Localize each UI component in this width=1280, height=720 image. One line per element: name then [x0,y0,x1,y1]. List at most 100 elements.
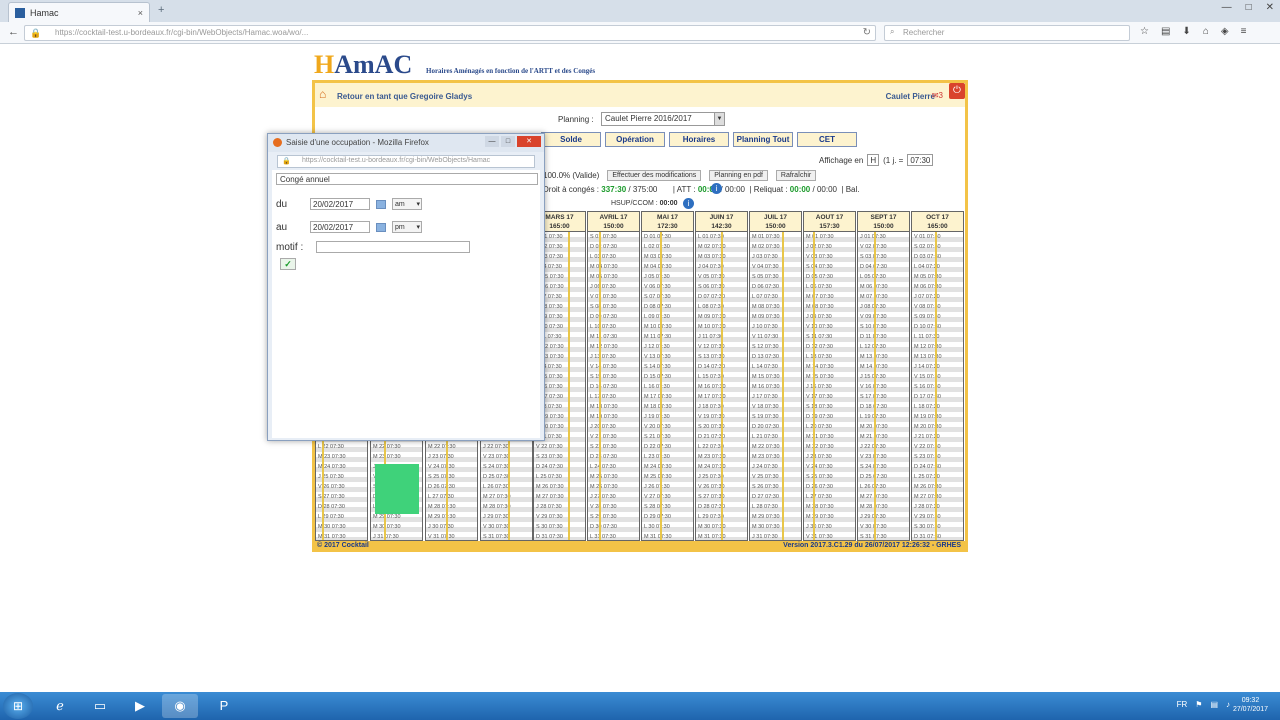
day-row[interactable]: M 06 07:30 [858,282,909,292]
info-icon[interactable]: i [683,198,694,209]
day-row[interactable]: S 11 07:30 [804,332,855,342]
calendar-icon[interactable] [376,199,386,209]
day-row[interactable]: M 22 07:30 [804,442,855,452]
day-row[interactable]: M 26 07:30 [588,482,639,492]
au-ampm-select[interactable]: pm [392,221,422,233]
day-row[interactable]: V 14 07:30 [588,362,639,372]
volume-icon[interactable]: ♪ [1226,700,1230,709]
day-row[interactable]: J 30 07:30 [426,522,477,532]
day-row[interactable]: V 17 07:30 [804,392,855,402]
day-row[interactable]: V 16 07:30 [858,382,909,392]
day-row[interactable]: J 08 07:30 [858,302,909,312]
day-row[interactable]: D 31 07:30 [912,532,963,540]
browser-tab[interactable]: Hamac × [8,2,150,22]
day-row[interactable]: S 14 07:30 [642,362,693,372]
firefox-taskbar-icon[interactable]: ◉ [162,694,198,718]
day-row[interactable]: M 27 07:30 [534,492,585,502]
tab-cet[interactable]: CET [797,132,857,147]
day-row[interactable]: S 03 07:30 [858,252,909,262]
day-row[interactable]: M 09 07:30 [750,312,801,322]
day-row[interactable]: J 07 07:30 [912,292,963,302]
day-row[interactable]: M 04 07:30 [588,262,639,272]
day-row[interactable]: V 03 07:30 [804,252,855,262]
day-row[interactable]: D 26 07:30 [426,482,477,492]
day-row[interactable]: J 22 07:30 [858,442,909,452]
day-row[interactable]: V 09 07:30 [858,312,909,322]
planning-select[interactable]: Caulet Pierre 2016/2017 ▼ [601,112,725,126]
day-row[interactable]: L 17 07:30 [588,392,639,402]
tab-close-icon[interactable]: × [138,8,143,18]
day-row[interactable]: D 06 07:30 [750,282,801,292]
day-row[interactable]: V 31 07:30 [426,532,477,540]
day-row[interactable]: D 12 07:30 [804,342,855,352]
day-row[interactable]: M 21 07:30 [804,432,855,442]
search-box[interactable]: ⌕ Rechercher [884,25,1130,41]
day-row[interactable]: L 09 07:30 [642,312,693,322]
day-row[interactable]: M 28 07:30 [481,502,532,512]
day-row[interactable]: D 31 07:30 [534,532,585,540]
day-row[interactable]: J 20 07:30 [588,422,639,432]
day-row[interactable]: V 06 07:30 [642,282,693,292]
pocket-icon[interactable]: ◈ [1221,26,1229,37]
day-row[interactable]: S 17 07:30 [858,392,909,402]
day-row[interactable]: M 08 07:30 [804,302,855,312]
day-row[interactable]: M 31 07:30 [642,532,693,540]
day-row[interactable]: M 30 07:30 [750,522,801,532]
day-row[interactable]: D 25 07:30 [858,472,909,482]
day-row[interactable]: S 16 07:30 [912,382,963,392]
day-row[interactable]: V 27 07:30 [642,492,693,502]
day-row[interactable]: S 08 07:30 [588,302,639,312]
day-row[interactable]: M 23 07:30 [750,452,801,462]
day-row[interactable]: V 10 07:30 [804,322,855,332]
day-row[interactable]: M 03 07:30 [642,252,693,262]
day-row[interactable]: L 26 07:30 [481,482,532,492]
day-row[interactable]: V 13 07:30 [642,352,693,362]
day-row[interactable]: S 01 07:30 [588,232,639,242]
day-row[interactable]: V 29 07:30 [912,512,963,522]
day-row[interactable]: M 06 07:30 [912,282,963,292]
day-row[interactable]: M 07 07:30 [858,292,909,302]
day-row[interactable]: S 04 07:30 [804,262,855,272]
day-row[interactable]: V 30 07:30 [858,522,909,532]
day-row[interactable]: J 28 07:30 [912,502,963,512]
minimize-button[interactable]: — [1222,2,1232,13]
day-row[interactable]: M 11 07:30 [642,332,693,342]
day-row[interactable]: S 24 07:30 [858,462,909,472]
validate-button[interactable]: ✓ [280,258,296,270]
day-row[interactable]: V 29 07:30 [534,512,585,522]
day-row[interactable]: V 30 07:30 [481,522,532,532]
day-row[interactable]: V 15 07:30 [912,372,963,382]
day-row[interactable]: M 28 07:30 [858,502,909,512]
day-row[interactable]: M 26 07:30 [912,482,963,492]
day-row[interactable]: S 31 07:30 [858,532,909,540]
day-row[interactable]: D 20 07:30 [750,422,801,432]
url-bar[interactable]: 🔒 https://cocktail-test.u-bordeaux.fr/cg… [24,25,876,41]
popup-close-button[interactable]: ✕ [517,136,541,147]
day-row[interactable]: D 11 07:30 [858,332,909,342]
day-row[interactable]: D 24 07:30 [534,462,585,472]
day-row[interactable]: L 26 07:30 [858,482,909,492]
day-row[interactable]: S 02 07:30 [912,242,963,252]
day-row[interactable]: L 24 07:30 [588,462,639,472]
day-row[interactable]: D 30 07:30 [588,522,639,532]
day-duration-input[interactable]: 07:30 [907,154,934,166]
logout-icon[interactable]: ⏻ [949,83,965,99]
day-row[interactable]: M 23 07:30 [371,452,422,462]
day-row[interactable]: M 08 07:30 [750,302,801,312]
day-row[interactable]: M 02 07:30 [750,242,801,252]
flag-icon[interactable]: ⚑ [1195,700,1202,709]
day-row[interactable]: J 24 07:30 [750,462,801,472]
day-row[interactable]: S 15 07:30 [588,372,639,382]
day-row[interactable]: L 05 07:30 [858,272,909,282]
day-row[interactable]: L 02 07:30 [642,242,693,252]
day-row[interactable]: M 13 07:30 [858,352,909,362]
day-row[interactable]: V 24 07:30 [804,462,855,472]
unit-select[interactable]: H [867,154,880,166]
powerpoint-icon[interactable]: P [206,694,242,718]
day-row[interactable]: D 27 07:30 [750,492,801,502]
day-row[interactable]: V 21 07:30 [588,432,639,442]
day-row[interactable]: S 09 07:30 [912,312,963,322]
day-row[interactable]: D 09 07:30 [588,312,639,322]
popup-minimize-button[interactable]: — [485,136,499,147]
day-row[interactable]: M 17 07:30 [642,392,693,402]
